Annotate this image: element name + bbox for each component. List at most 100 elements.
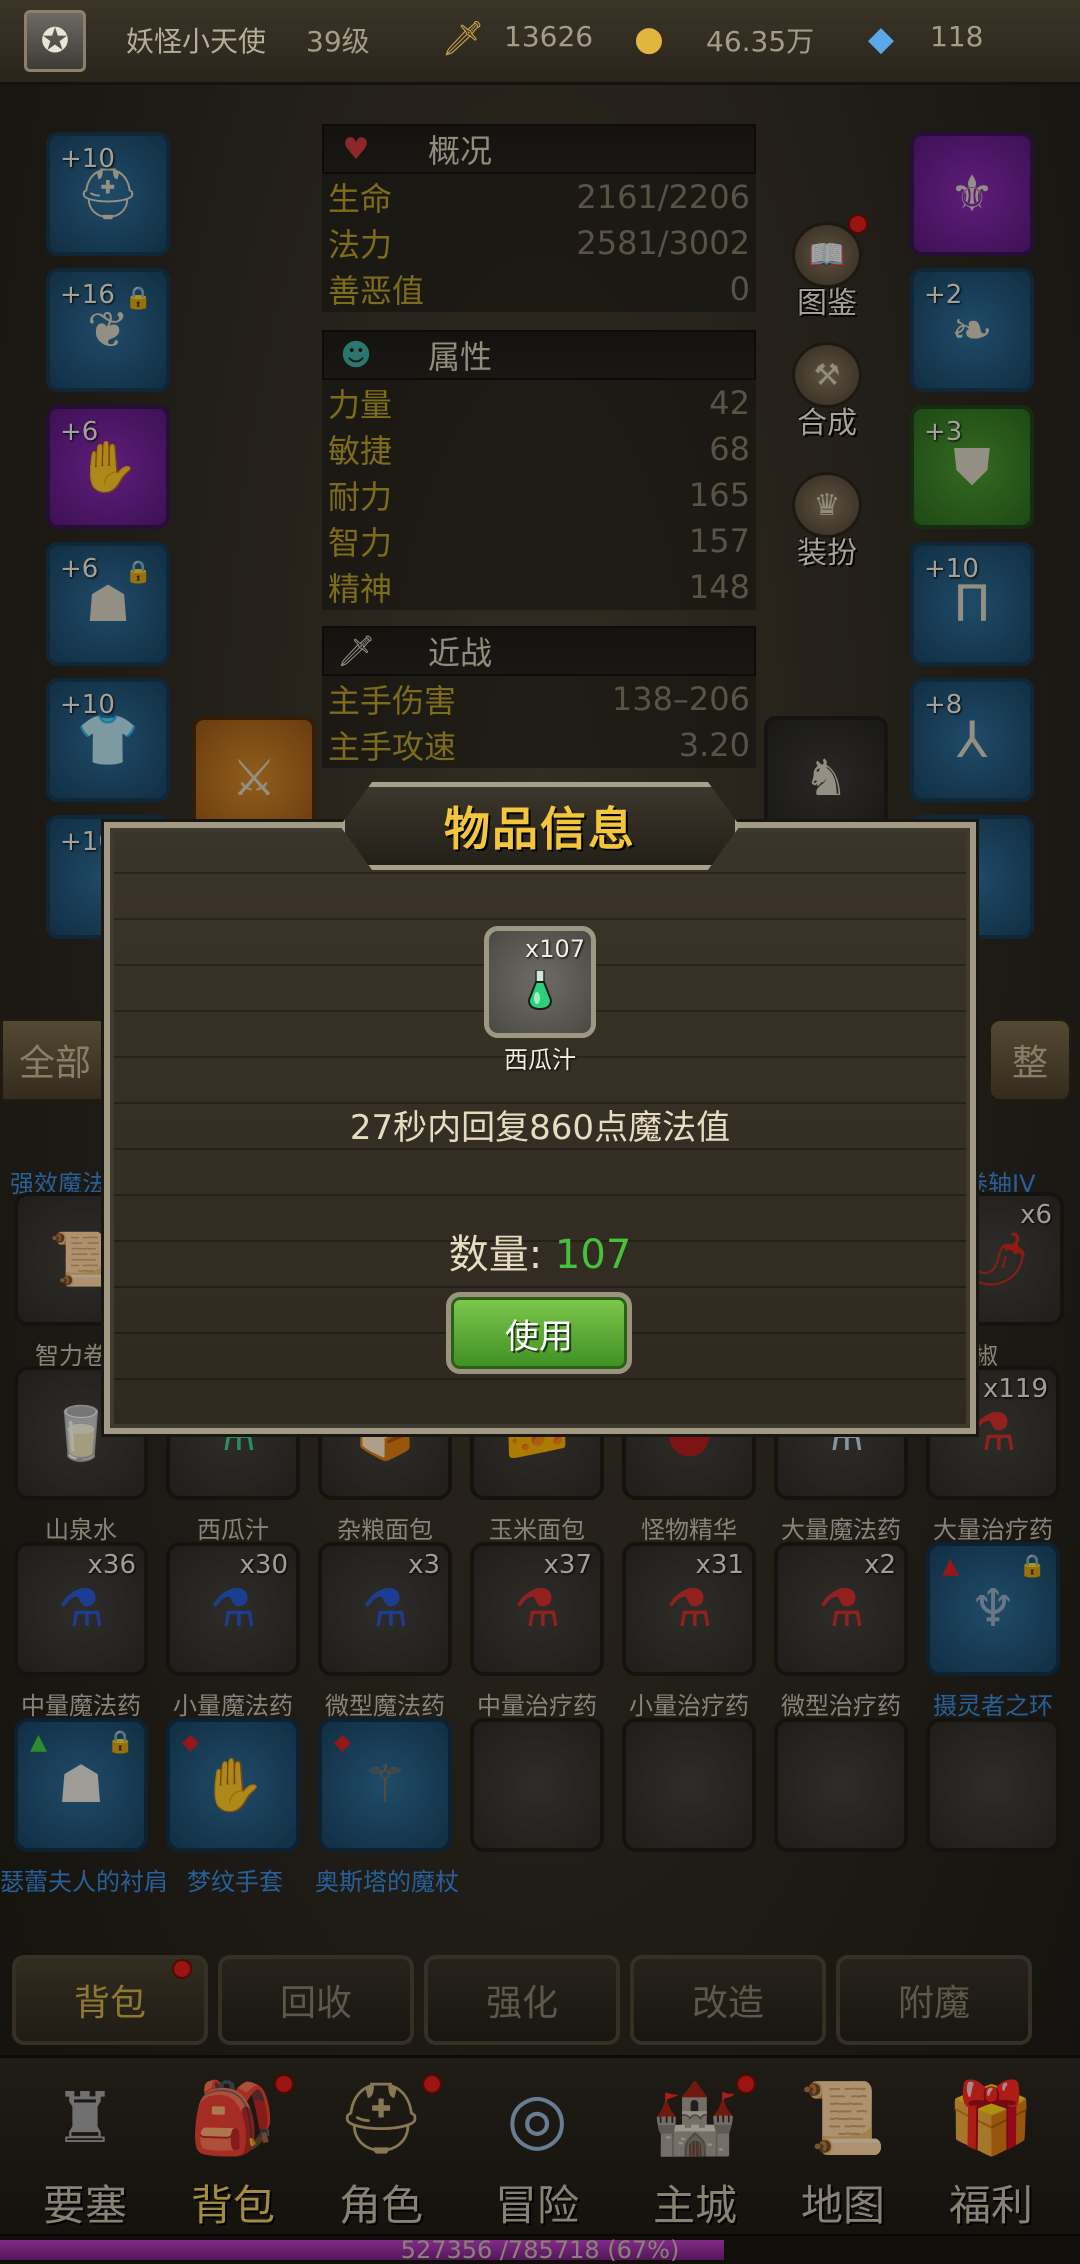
filter-all-tab[interactable]: 全部 — [0, 1018, 110, 1102]
item-label: 西瓜汁 — [197, 1516, 269, 1544]
diamond-icon[interactable]: ◆ — [858, 16, 904, 62]
upgrade-arrow-icon: ◆ — [182, 1730, 199, 1755]
item-label: 大量魔法药 — [781, 1516, 901, 1544]
map-scroll-icon: 📜 — [799, 2076, 887, 2159]
upgrade-arrow-icon: ◆ — [334, 1730, 351, 1755]
mana-potion-icon: ⚗ — [209, 1579, 257, 1639]
nav-label: 角色 — [338, 2181, 423, 2230]
inventory-slot[interactable]: ▲ 🔒 ♆ — [926, 1542, 1060, 1676]
equip-slot-gloves[interactable]: +6 ✋ — [46, 405, 170, 529]
stat-row: 耐力 165 — [322, 472, 756, 518]
lock-icon: 🔒 — [1018, 1554, 1046, 1579]
stat-row: 主手伤害 138–206 — [322, 676, 756, 722]
upgrade-arrow-icon: ▲ — [942, 1554, 959, 1579]
panel-title: 概况 — [428, 132, 493, 170]
inventory-slot[interactable]: x2 ⚗ — [774, 1542, 908, 1676]
item-quantity: x6 — [1020, 1200, 1052, 1230]
equip-slot-wings[interactable]: +2 ❧ — [910, 268, 1034, 392]
gold-coin-icon[interactable]: ● — [626, 16, 672, 62]
nav-main-city[interactable]: 🏰 主城 — [620, 2068, 770, 2238]
dialog-title-plate: 物品信息 — [340, 782, 740, 870]
nav-fortress[interactable]: ♜ 要塞 — [10, 2068, 160, 2238]
nav-welfare[interactable]: 🎁 福利 — [916, 2068, 1066, 2238]
tab-enchant[interactable]: 附魔 — [836, 1955, 1032, 2045]
inventory-slot[interactable]: ▲ 🔒 ☗ — [14, 1718, 148, 1852]
item-quantity: x36 — [87, 1550, 136, 1580]
inventory-slot-empty[interactable] — [622, 1718, 756, 1852]
inventory-slot[interactable]: x30 ⚗ — [166, 1542, 300, 1676]
nav-map[interactable]: 📜 地图 — [768, 2068, 918, 2238]
enhance-level: +10 — [924, 554, 979, 584]
sort-button[interactable]: 整 — [988, 1018, 1072, 1102]
health-potion-icon: ⚗ — [665, 1579, 713, 1639]
player-level: 39级 — [306, 25, 370, 58]
staff-icon: ⚚ — [361, 1755, 409, 1815]
castle-icon: ♜ — [53, 2077, 117, 2159]
inventory-slot-empty[interactable] — [470, 1718, 604, 1852]
item-name: 西瓜汁 — [504, 1046, 576, 1074]
equip-slot-necklace[interactable]: +16 🔒 ❦ — [46, 268, 170, 392]
overview-panel: ♥ 概况 生命 2161/2206 法力 2581/3002 善恶值 0 — [322, 124, 756, 312]
enhance-level: +8 — [924, 690, 963, 720]
inventory-slot[interactable]: x37 ⚗ — [470, 1542, 604, 1676]
notification-dot — [422, 2074, 442, 2094]
health-potion-icon: ⚗ — [817, 1579, 865, 1639]
experience-text: 527356 /785718 (67%) — [400, 2236, 680, 2264]
craft-button[interactable]: ⚒ 合成 — [782, 342, 872, 442]
nav-adventure[interactable]: ◎ 冒险 — [462, 2068, 612, 2238]
nav-bag[interactable]: 🎒 背包 — [158, 2068, 308, 2238]
tab-recycle[interactable]: 回收 — [218, 1955, 414, 2045]
health-potion-icon: ⚗ — [969, 1403, 1017, 1463]
codex-button[interactable]: 📖 图鉴 — [782, 214, 872, 322]
item-label: 小量治疗药 — [629, 1692, 749, 1720]
bottom-nav: ♜ 要塞 🎒 背包 ⛑ 角色 ◎ 冒险 🏰 主城 📜 地图 🎁 福利 — [0, 2055, 1080, 2235]
item-label: 山泉水 — [45, 1516, 117, 1544]
equip-slot-cloak[interactable]: +6 🔒 ☗ — [46, 542, 170, 666]
quantity-value: 107 — [554, 1232, 632, 1278]
enhance-level: +3 — [924, 417, 963, 447]
inventory-slot[interactable]: ◆ ✋ — [166, 1718, 300, 1852]
codex-label: 图鉴 — [797, 286, 857, 321]
gem-value: 118 — [930, 20, 984, 53]
stat-row: 主手攻速 3.20 — [322, 722, 756, 768]
inventory-slot-empty[interactable] — [774, 1718, 908, 1852]
tab-reforge[interactable]: 改造 — [630, 1955, 826, 2045]
ring-icon: ♆ — [969, 1579, 1017, 1639]
equip-slot-boots[interactable]: +8 ⅄ — [910, 678, 1034, 802]
item-quantity: x30 — [239, 1550, 288, 1580]
nav-label: 主城 — [652, 2181, 737, 2230]
item-label: 中量治疗药 — [477, 1692, 597, 1720]
use-button[interactable]: 使用 — [446, 1292, 632, 1374]
equip-slot-chest[interactable]: +10 👕 — [46, 678, 170, 802]
enhance-level: +6 — [60, 417, 99, 447]
outfit-button[interactable]: ♛ 装扮 — [782, 472, 872, 572]
inventory-slot[interactable]: x31 ⚗ — [622, 1542, 756, 1676]
inventory-slot[interactable]: ◆ ⚚ — [318, 1718, 452, 1852]
dagger-icon: 🗡 — [336, 633, 376, 669]
nav-label: 冒险 — [494, 2181, 579, 2230]
quantity-label: 数量: — [448, 1232, 543, 1278]
sword-icon: 🗡 — [441, 19, 485, 59]
item-label: 微型魔法药 — [325, 1692, 445, 1720]
lock-icon: 🔒 — [106, 1730, 134, 1755]
shoulder-pad-icon: ☗ — [57, 1755, 105, 1815]
tab-enhance[interactable]: 强化 — [424, 1955, 620, 2045]
equip-slot-legs[interactable]: +10 Π — [910, 542, 1034, 666]
nav-label: 要塞 — [42, 2181, 127, 2230]
overview-header: ♥ 概况 — [322, 124, 756, 174]
equip-slot-shoulder[interactable]: ⚜ — [910, 132, 1034, 256]
enhance-level: +10 — [60, 144, 115, 174]
inventory-slot[interactable]: x36 ⚗ — [14, 1542, 148, 1676]
equip-slot-bracer[interactable]: +3 ⛊ — [910, 405, 1034, 529]
item-preview: x107 — [484, 926, 596, 1038]
enhance-level: +16 — [60, 280, 115, 310]
player-avatar[interactable]: ✪ — [24, 10, 86, 72]
notification-dot — [172, 1959, 192, 1979]
mana-potion-icon: ⚗ — [361, 1579, 409, 1639]
inventory-slot-empty[interactable] — [926, 1718, 1060, 1852]
item-label: 摄灵者之环 — [933, 1692, 1053, 1720]
equip-slot-helmet[interactable]: +10 ⛑ — [46, 132, 170, 256]
nav-character[interactable]: ⛑ 角色 — [306, 2068, 456, 2238]
city-icon: 🏰 — [651, 2076, 739, 2159]
inventory-slot[interactable]: x3 ⚗ — [318, 1542, 452, 1676]
